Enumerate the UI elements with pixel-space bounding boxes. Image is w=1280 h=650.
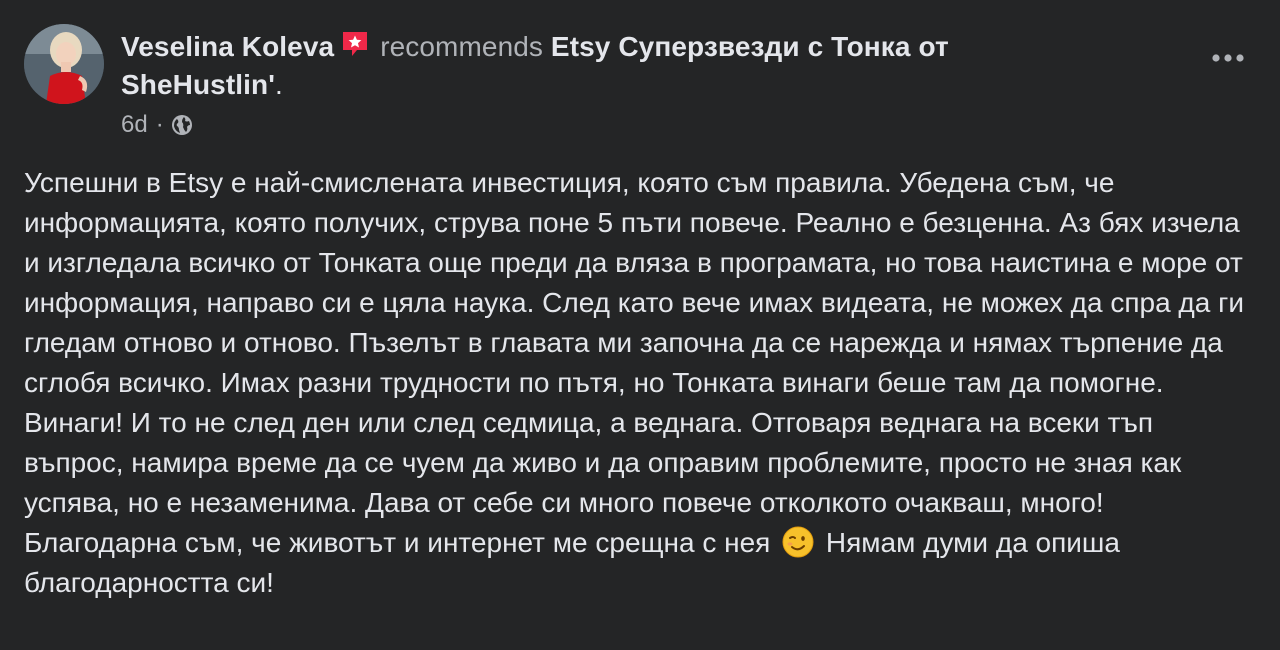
author-avatar[interactable] [24,24,104,104]
meta-separator: · [155,111,164,138]
post-timestamp[interactable]: 6d [121,110,148,140]
post-body-text: Успешни в Etsy е най-смислената инвестиц… [24,167,1252,558]
winking-face-emoji [782,526,814,558]
recommend-badge-icon [340,29,370,59]
page-link-continued[interactable]: SheHustlin' [121,69,275,100]
page-link[interactable]: Etsy Суперзвезди с Тонка от [551,31,949,62]
avatar-photo [24,24,104,104]
author-name[interactable]: Veselina Koleva [121,31,334,62]
post-meta: 6d · [121,110,194,140]
globe-icon[interactable] [170,113,194,137]
more-options-button[interactable] [1208,44,1248,74]
more-horizontal-icon [1210,50,1246,68]
post-body: Успешни в Etsy е най-смислената инвестиц… [24,163,1259,603]
post-header: Veselina Koleva recommends Etsy Суперзвез… [121,28,1121,104]
recommends-verb: recommends [380,31,544,62]
header-period: . [275,69,283,100]
recommendation-post: Veselina Koleva recommends Etsy Суперзвез… [0,0,1280,650]
